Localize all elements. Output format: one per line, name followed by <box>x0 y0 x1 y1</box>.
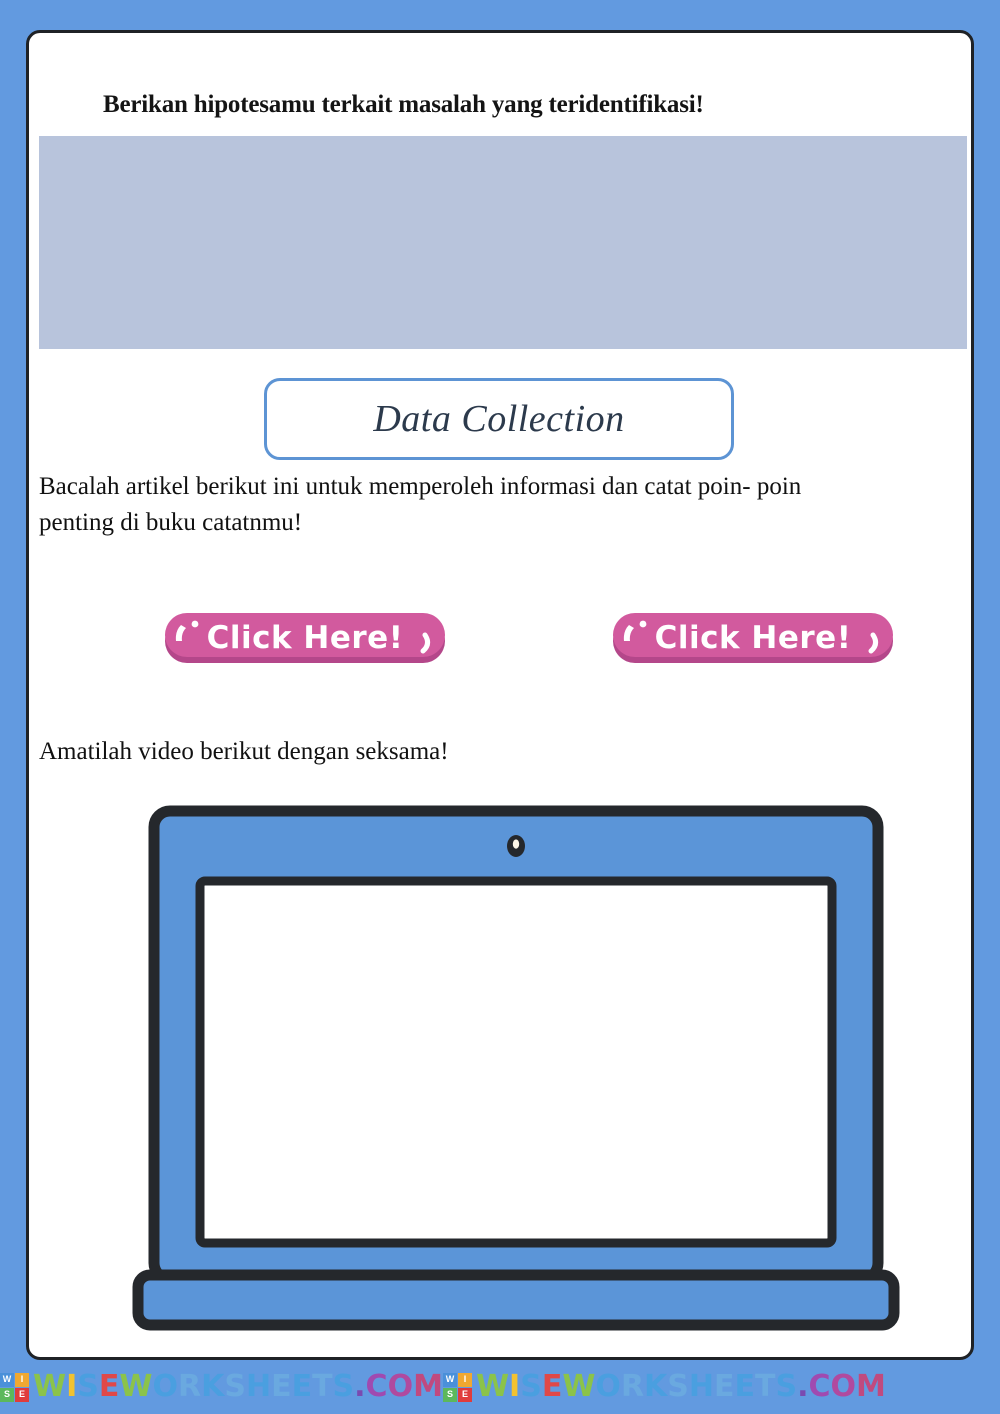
laptop-screen <box>195 876 837 1248</box>
logo-letter-s: S <box>442 1387 457 1402</box>
hypothesis-answer-box[interactable] <box>39 136 967 349</box>
reading-instruction-line-2: penting di buku catatnmu! <box>39 508 303 536</box>
video-instruction: Amatilah video berikut dengan seksama! <box>39 738 449 765</box>
worksheet-page: Berikan hipotesamu terkait masalah yang … <box>26 30 974 1360</box>
wiseworksheets-logo-icon: W I S E <box>0 1372 29 1402</box>
laptop-base <box>132 1269 900 1331</box>
click-here-button-1[interactable]: Click Here! <box>159 607 451 669</box>
webcam-icon <box>507 835 525 857</box>
logo-letter-w: W <box>0 1372 14 1387</box>
reading-instruction-line-1: Bacalah artikel berikut ini untuk memper… <box>39 473 802 500</box>
logo-letter-i: I <box>15 1372 29 1387</box>
click-here-label-1: Click Here! <box>207 620 404 656</box>
footer-watermark-band: W I S E WISEWORKSHEETS.COM W I S E WISEW… <box>0 1360 1000 1414</box>
reading-instruction: Bacalah artikel berikut ini untuk memper… <box>39 469 961 540</box>
watermark-unit: W I S E WISEWORKSHEETS.COM <box>442 1369 886 1404</box>
section-header-data-collection: Data Collection <box>264 378 734 460</box>
prompt-heading: Berikan hipotesamu terkait masalah yang … <box>103 91 704 118</box>
wiseworksheets-logo-icon: W I S E <box>442 1372 472 1402</box>
click-here-label-2: Click Here! <box>655 620 852 656</box>
logo-letter-w: W <box>442 1372 457 1387</box>
laptop-illustration <box>132 803 900 1333</box>
section-title-label: Data Collection <box>373 398 625 440</box>
click-here-button-2[interactable]: Click Here! <box>607 607 899 669</box>
watermark-unit: W I S E WISEWORKSHEETS.COM <box>0 1372 443 1402</box>
watermark-text-1: WISEWORKSHEETS.COM <box>33 1369 443 1404</box>
logo-letter-i: I <box>457 1372 472 1387</box>
watermark-text-2: WISEWORKSHEETS.COM <box>475 1369 886 1404</box>
logo-letter-e: E <box>457 1387 472 1402</box>
logo-letter-s: S <box>0 1387 14 1402</box>
logo-letter-e: E <box>15 1387 29 1402</box>
